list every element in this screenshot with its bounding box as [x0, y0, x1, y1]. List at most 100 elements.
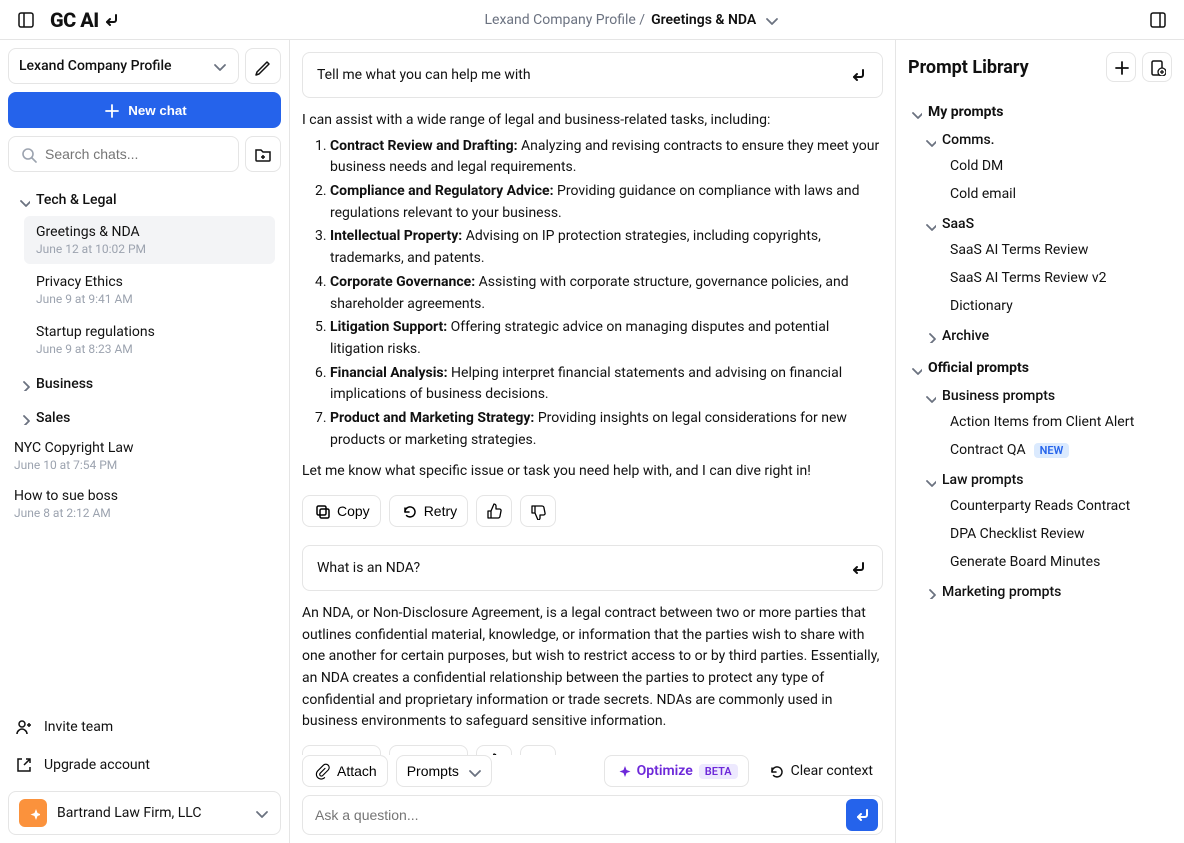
- app-logo: GC AI: [50, 8, 121, 32]
- sidebar: Lexand Company Profile New chat Tech & L…: [0, 40, 290, 843]
- sidebar-chat-item[interactable]: NYC Copyright LawJune 10 at 7:54 PM: [8, 432, 281, 480]
- sidebar-chat-item[interactable]: Startup regulations June 9 at 8:23 AM: [24, 316, 275, 364]
- prompt-item[interactable]: Generate Board Minutes: [922, 548, 1172, 576]
- resend-button[interactable]: [848, 558, 868, 578]
- breadcrumb-root: Lexand Company Profile /: [485, 12, 646, 28]
- send-button[interactable]: [846, 799, 878, 831]
- chat-date: June 10 at 7:54 PM: [14, 458, 275, 472]
- chevron-down-icon: [465, 763, 481, 779]
- attach-button[interactable]: Attach: [302, 755, 388, 787]
- account-switcher[interactable]: Bartrand Law Firm, LLC: [8, 791, 281, 835]
- prompts-dropdown[interactable]: Prompts: [396, 755, 492, 787]
- chat-title: Greetings & NDA: [36, 224, 263, 240]
- copy-button[interactable]: Copy: [302, 495, 381, 527]
- sidebar-group-header[interactable]: Tech & Legal: [8, 186, 281, 214]
- chat-date: June 12 at 10:02 PM: [36, 242, 263, 256]
- attach-icon: [313, 762, 331, 780]
- import-prompt-button[interactable]: [1142, 52, 1172, 82]
- toggle-sidebar-button[interactable]: [12, 6, 40, 34]
- new-chat-button[interactable]: New chat: [8, 92, 281, 128]
- group-name: Tech & Legal: [36, 192, 117, 208]
- chevron-down-icon: [762, 11, 780, 29]
- group-name: Business: [36, 376, 93, 392]
- chat-date: June 9 at 8:23 AM: [36, 342, 263, 356]
- assistant-list-item: Intellectual Property: Advising on IP pr…: [330, 226, 883, 269]
- chat-title: Privacy Ethics: [36, 274, 263, 290]
- sidebar-chat-item[interactable]: How to sue boss June 8 at 2:12 AM: [8, 480, 281, 528]
- prompt-folder[interactable]: Law prompts: [922, 468, 1172, 492]
- sidebar-chat-item[interactable]: Greetings & NDA June 12 at 10:02 PM: [24, 216, 275, 264]
- prompt-item[interactable]: SaaS AI Terms Review: [922, 236, 1172, 264]
- toggle-right-panel-button[interactable]: [1144, 6, 1172, 34]
- chevron-right-icon: [922, 585, 936, 599]
- prompt-section-header[interactable]: Official prompts: [908, 356, 1172, 380]
- prompt-library-title: Prompt Library: [908, 57, 1106, 78]
- profile-name: Lexand Company Profile: [19, 58, 172, 74]
- prompt-item[interactable]: Cold email: [922, 180, 1172, 208]
- chevron-down-icon: [908, 105, 922, 119]
- chevron-down-icon: [16, 193, 30, 207]
- assistant-list-item: Financial Analysis: Helping interpret fi…: [330, 363, 883, 406]
- resend-button[interactable]: [848, 65, 868, 85]
- user-message: What is an NDA?: [302, 545, 883, 591]
- chevron-down-icon: [908, 361, 922, 375]
- thumbs-up-icon: [485, 502, 503, 520]
- prompt-item[interactable]: Counterparty Reads Contract: [922, 492, 1172, 520]
- prompt-item[interactable]: Contract QANEW: [922, 436, 1172, 464]
- chat-title: How to sue boss: [14, 488, 275, 504]
- chevron-down-icon: [252, 804, 270, 822]
- chevron-down-icon: [922, 133, 936, 147]
- retry-button[interactable]: Retry: [389, 745, 468, 755]
- prompt-folder[interactable]: Business prompts: [922, 384, 1172, 408]
- prompt-folder[interactable]: SaaS: [922, 212, 1172, 236]
- retry-icon: [767, 762, 785, 780]
- prompt-folder[interactable]: Marketing prompts: [922, 580, 1172, 604]
- upgrade-account-link[interactable]: Upgrade account: [8, 747, 281, 783]
- chevron-down-icon: [922, 389, 936, 403]
- invite-team-link[interactable]: Invite team: [8, 709, 281, 745]
- chat-date: June 8 at 2:12 AM: [14, 506, 275, 520]
- prompt-item[interactable]: DPA Checklist Review: [922, 520, 1172, 548]
- search-input[interactable]: [45, 146, 228, 162]
- thumbs-up-button[interactable]: [476, 745, 512, 755]
- prompt-item[interactable]: Cold DM: [922, 152, 1172, 180]
- group-name: Sales: [36, 410, 70, 426]
- thumbs-down-button[interactable]: [520, 745, 556, 755]
- optimize-button[interactable]: Optimize BETA: [604, 755, 749, 787]
- chevron-down-icon: [210, 57, 228, 75]
- chevron-right-icon: [16, 411, 30, 425]
- sidebar-group-header[interactable]: Sales: [8, 404, 281, 432]
- composer-input[interactable]: [315, 807, 838, 823]
- chat-title: Startup regulations: [36, 324, 263, 340]
- retry-button[interactable]: Retry: [389, 495, 468, 527]
- new-folder-button[interactable]: [245, 136, 281, 172]
- copy-icon: [313, 502, 331, 520]
- chat-date: June 9 at 9:41 AM: [36, 292, 263, 306]
- avatar: [19, 799, 47, 827]
- prompt-folder[interactable]: Archive: [922, 324, 1172, 348]
- profile-selector[interactable]: Lexand Company Profile: [8, 48, 239, 84]
- copy-button[interactable]: Copy: [302, 745, 381, 755]
- sidebar-chat-item[interactable]: Privacy Ethics June 9 at 9:41 AM: [24, 266, 275, 314]
- prompt-item[interactable]: Action Items from Client Alert: [922, 408, 1172, 436]
- prompt-item[interactable]: SaaS AI Terms Review v2: [922, 264, 1172, 292]
- prompt-section-header[interactable]: My prompts: [908, 100, 1172, 124]
- chevron-right-icon: [16, 377, 30, 391]
- clear-context-button[interactable]: Clear context: [757, 755, 883, 787]
- sparkle-icon: [615, 763, 631, 779]
- sidebar-group-header[interactable]: Business: [8, 370, 281, 398]
- assistant-list-item: Contract Review and Drafting: Analyzing …: [330, 136, 883, 179]
- assistant-list-item: Litigation Support: Offering strategic a…: [330, 317, 883, 360]
- thumbs-down-button[interactable]: [520, 495, 556, 527]
- prompt-item[interactable]: Dictionary: [922, 292, 1172, 320]
- prompt-folder[interactable]: Comms.: [922, 128, 1172, 152]
- prompt-library-panel: Prompt Library My promptsComms.Cold DMCo…: [896, 40, 1184, 843]
- breadcrumb[interactable]: Lexand Company Profile / Greetings & NDA: [121, 11, 1144, 29]
- assistant-message: An NDA, or Non-Disclosure Agreement, is …: [302, 603, 883, 733]
- search-input-wrapper[interactable]: [8, 136, 239, 172]
- thumbs-up-button[interactable]: [476, 495, 512, 527]
- retry-icon: [400, 502, 418, 520]
- chevron-down-icon: [922, 217, 936, 231]
- new-prompt-button[interactable]: [1106, 52, 1136, 82]
- edit-profile-button[interactable]: [245, 48, 281, 84]
